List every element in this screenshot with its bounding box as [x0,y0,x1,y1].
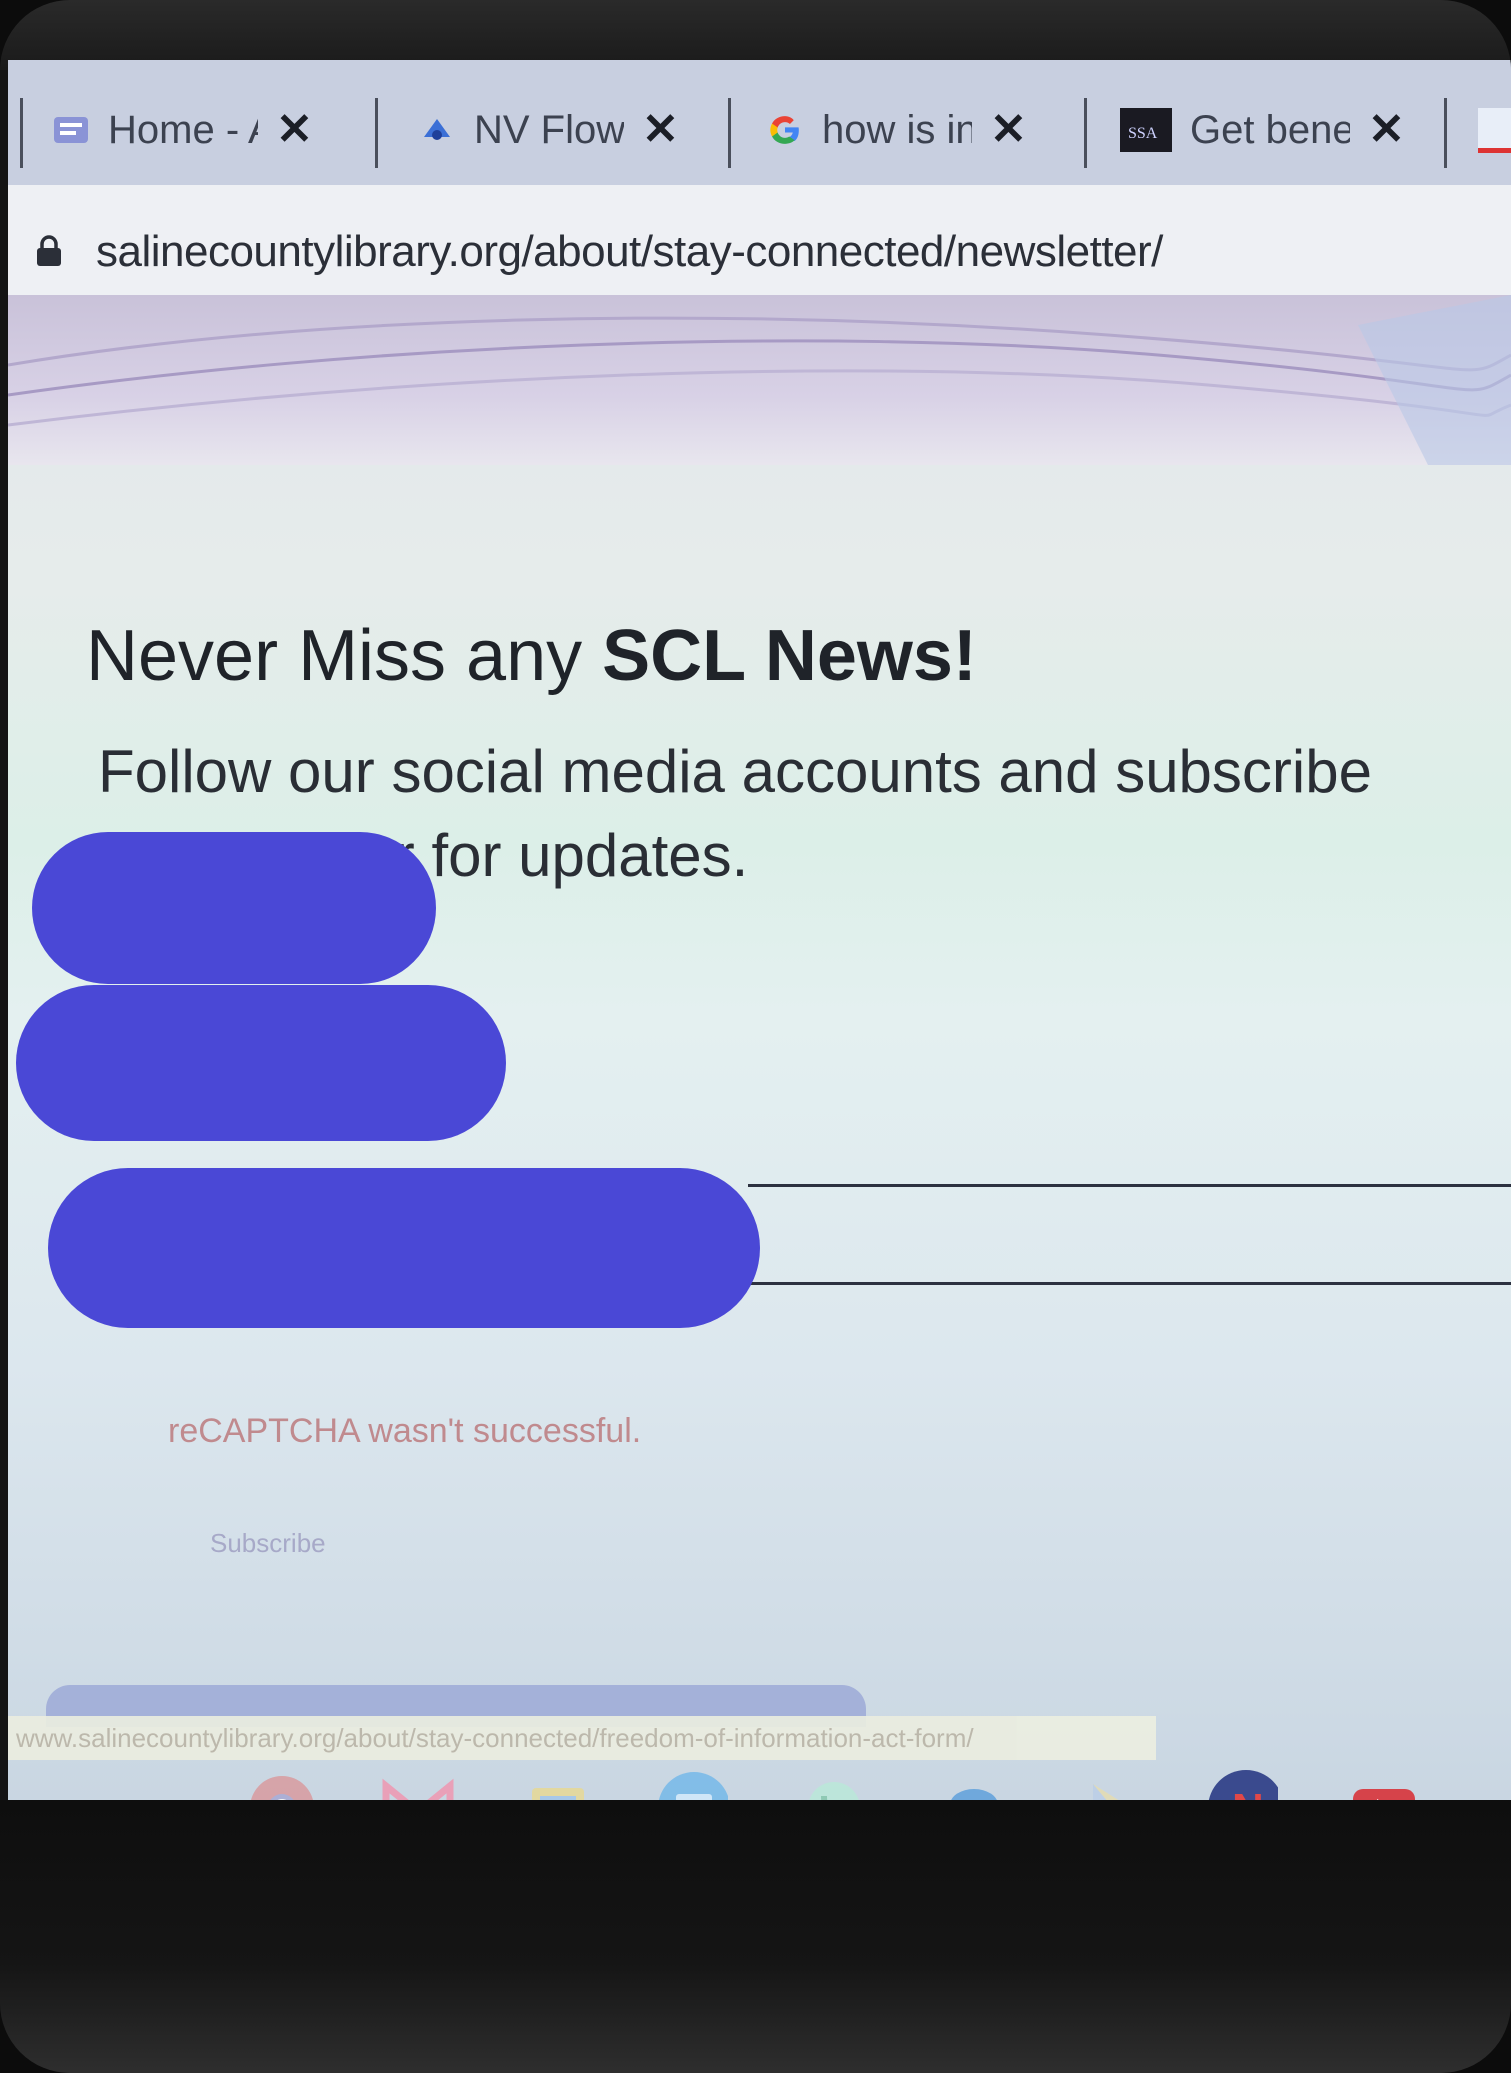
library-favicon-icon [52,111,90,149]
redacted-field-1[interactable] [32,832,436,984]
classroom-icon[interactable] [522,1772,594,1800]
tab-home[interactable]: Home - A ✕ [52,90,352,170]
decorative-swirl [8,295,1511,465]
nv-flow-favicon-icon [418,111,456,149]
lock-icon [36,235,62,267]
tab-google-search[interactable]: how is in ✕ [766,90,1086,170]
tab-ssa-benefits[interactable]: SSA Get bene ✕ [1120,90,1440,170]
tab-separator [1084,98,1087,168]
tab-separator [728,98,731,168]
close-icon[interactable]: ✕ [642,108,679,152]
google-icon [766,111,804,149]
email-field-top-border [748,1184,1511,1187]
tab-title: Get bene [1190,107,1350,152]
partial-tab-icon[interactable] [1478,108,1511,153]
svg-text:SSA: SSA [1128,125,1158,142]
chrome-icon[interactable] [246,1772,318,1800]
recaptcha-error: reCAPTCHA wasn't successful. [168,1412,642,1450]
redacted-email-field[interactable] [48,1168,760,1328]
tab-nv-flow[interactable]: NV Flow ✕ [418,90,718,170]
heading-prefix: Never Miss any [86,616,583,696]
tab-separator [20,98,23,168]
tab-title: how is in [822,107,972,152]
svg-text:N: N [1232,1785,1264,1800]
laptop-screen: Home - A ✕ NV Flow ✕ [8,60,1511,1800]
tab-title: NV Flow [474,107,624,152]
netflix-icon[interactable]: N [1206,1770,1278,1800]
close-icon[interactable]: ✕ [276,108,313,152]
close-icon[interactable]: ✕ [990,108,1027,152]
tab-strip: Home - A ✕ NV Flow ✕ [8,60,1511,185]
photo-frame: Home - A ✕ NV Flow ✕ [0,0,1511,2073]
heading-emphasis: SCL News! [602,616,977,696]
youtube-icon[interactable] [1348,1772,1420,1800]
files-icon[interactable] [656,1772,728,1800]
os-shelf [8,1760,1511,1800]
redacted-field-2[interactable] [16,985,506,1141]
subscribe-button[interactable]: Subscribe [210,1528,326,1559]
address-bar[interactable]: salinecountylibrary.org/about/stay-conne… [8,185,1511,295]
tab-separator [1444,98,1447,168]
close-icon[interactable]: ✕ [1368,108,1405,152]
page-title: Never Miss any SCL News! [86,615,977,697]
laptop-bezel-bottom [0,1800,1511,2073]
url-text[interactable]: salinecountylibrary.org/about/stay-conne… [96,227,1163,277]
gmail-icon[interactable] [382,1772,454,1800]
play-store-icon[interactable] [1076,1772,1148,1800]
tab-title: Home - A [108,107,258,152]
messages-icon[interactable] [938,1772,1010,1800]
tab-separator [375,98,378,168]
status-bar-url: www.salinecountylibrary.org/about/stay-c… [8,1716,1156,1760]
ssa-favicon-icon: SSA [1120,108,1172,152]
site-header-banner [8,295,1511,465]
email-field-bottom-border [748,1282,1511,1285]
phone-icon[interactable] [798,1772,870,1800]
